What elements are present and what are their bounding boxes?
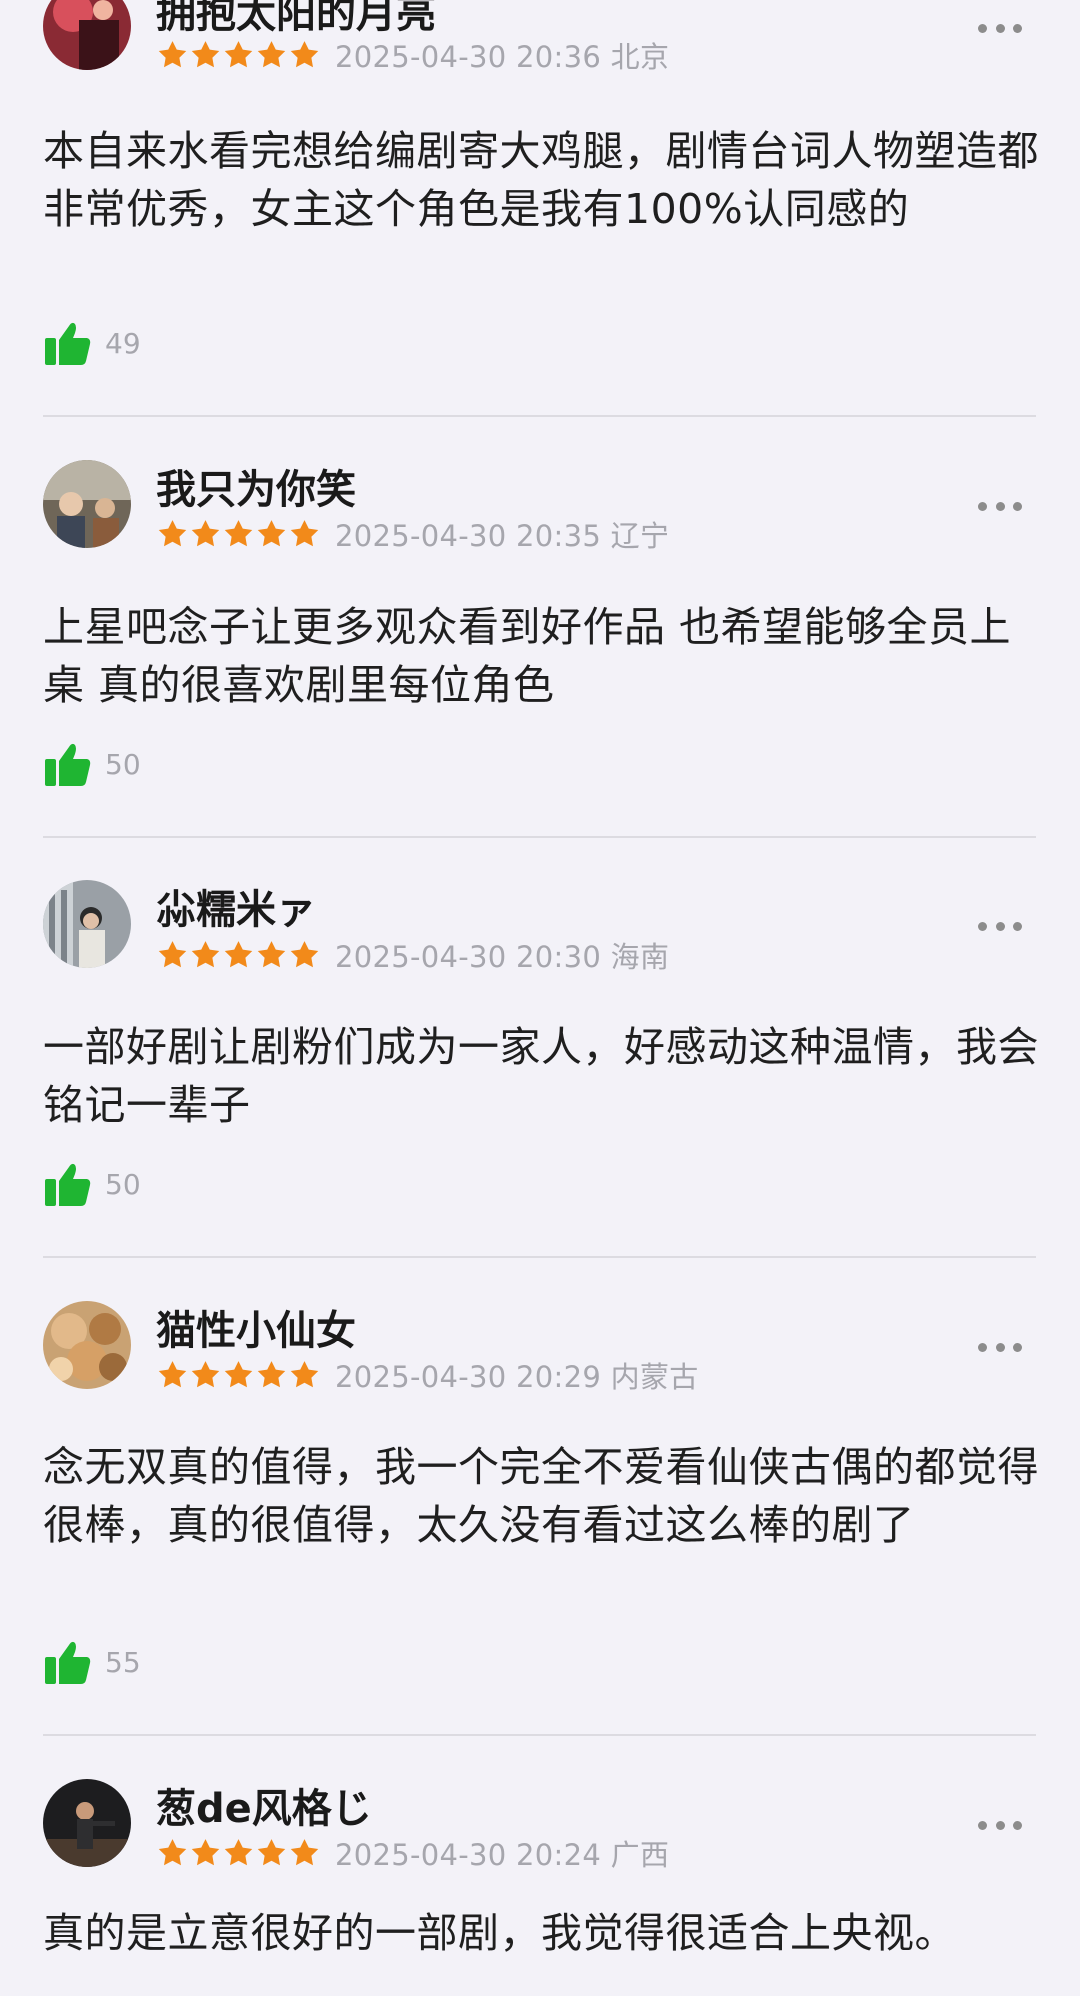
star-icon	[224, 40, 253, 67]
star-icon	[158, 40, 187, 67]
star-icon	[290, 519, 319, 546]
avatar[interactable]	[43, 460, 131, 548]
like-count: 49	[105, 326, 141, 360]
thumbs-up-icon	[45, 1163, 91, 1206]
comment-text: 念无双真的值得，我一个完全不爱看仙侠古偶的都觉得很棒，真的很值得，太久没有看过这…	[43, 1443, 1039, 1549]
divider	[43, 415, 1036, 417]
comment-time-location: 2025-04-30 20:36 北京	[335, 40, 670, 74]
comment-meta: 2025-04-30 20:30 海南	[156, 935, 669, 975]
divider	[43, 1734, 1036, 1736]
star-icon	[290, 40, 319, 67]
star-rating	[156, 1359, 321, 1392]
star-icon	[191, 940, 220, 967]
star-icon	[158, 1360, 187, 1387]
more-dots-icon[interactable]	[978, 496, 1022, 516]
star-rating	[156, 518, 321, 551]
comment-time-location: 2025-04-30 20:29 内蒙古	[335, 1360, 699, 1394]
star-icon	[191, 1360, 220, 1387]
star-icon	[224, 1360, 253, 1387]
star-icon	[158, 1838, 187, 1865]
like-button[interactable]: 50	[43, 738, 141, 790]
comment-text: 上星吧念子让更多观众看到好作品 也希望能够全员上桌 真的很喜欢剧里每位角色	[43, 603, 1012, 709]
username[interactable]: 葱de风格じ	[156, 1785, 372, 1833]
star-rating	[156, 39, 321, 72]
star-icon	[191, 1838, 220, 1865]
username[interactable]: 拥抱太阳的月亮	[156, 0, 436, 38]
like-button[interactable]: 49	[43, 317, 141, 369]
avatar[interactable]	[43, 1779, 131, 1867]
star-icon	[290, 1838, 319, 1865]
comment-text: 本自来水看完想给编剧寄大鸡腿，剧情台词人物塑造都非常优秀，女主这个角色是我有10…	[43, 127, 1039, 233]
comment-meta: 2025-04-30 20:36 北京	[156, 35, 669, 75]
thumbs-up-icon	[45, 1641, 91, 1684]
username[interactable]: 尛糯米ァ	[156, 886, 316, 934]
like-count: 50	[105, 1167, 141, 1201]
like-button[interactable]: 55	[43, 1636, 141, 1688]
comment-feed: 拥抱太阳的月亮 2025-04-30 20:36 北京 本自来水看完想给编剧寄大…	[0, 0, 1080, 1996]
star-rating	[156, 1837, 321, 1870]
more-dots-icon[interactable]	[978, 1337, 1022, 1357]
star-icon	[257, 940, 286, 967]
star-icon	[158, 940, 187, 967]
divider	[43, 1256, 1036, 1258]
star-icon	[257, 40, 286, 67]
more-dots-icon[interactable]	[978, 1815, 1022, 1835]
username[interactable]: 猫性小仙女	[156, 1307, 356, 1355]
avatar[interactable]	[43, 880, 131, 968]
like-button[interactable]: 50	[43, 1158, 141, 1210]
more-dots-icon[interactable]	[978, 18, 1022, 38]
avatar[interactable]	[43, 0, 131, 70]
star-icon	[290, 1360, 319, 1387]
like-count: 50	[105, 747, 141, 781]
comment-time-location: 2025-04-30 20:30 海南	[335, 940, 670, 974]
star-icon	[290, 940, 319, 967]
avatar[interactable]	[43, 1301, 131, 1389]
star-icon	[224, 519, 253, 546]
like-count: 55	[105, 1645, 141, 1679]
star-icon	[224, 1838, 253, 1865]
username[interactable]: 我只为你笑	[156, 466, 356, 514]
comment-text: 一部好剧让剧粉们成为一家人，好感动这种温情，我会铭记一辈子	[43, 1023, 1039, 1129]
comment-text: 真的是立意很好的一部剧，我觉得很适合上央视。	[43, 1909, 956, 1957]
star-icon	[191, 519, 220, 546]
divider	[43, 836, 1036, 838]
star-icon	[224, 940, 253, 967]
comment-meta: 2025-04-30 20:29 内蒙古	[156, 1355, 699, 1395]
comment-meta: 2025-04-30 20:24 广西	[156, 1833, 669, 1873]
more-dots-icon[interactable]	[978, 916, 1022, 936]
star-icon	[257, 1838, 286, 1865]
star-icon	[257, 1360, 286, 1387]
star-icon	[257, 519, 286, 546]
thumbs-up-icon	[45, 743, 91, 786]
comment-time-location: 2025-04-30 20:35 辽宁	[335, 519, 670, 553]
star-icon	[158, 519, 187, 546]
comment-time-location: 2025-04-30 20:24 广西	[335, 1838, 670, 1872]
star-rating	[156, 939, 321, 972]
thumbs-up-icon	[45, 322, 91, 365]
star-icon	[191, 40, 220, 67]
comment-meta: 2025-04-30 20:35 辽宁	[156, 514, 669, 554]
